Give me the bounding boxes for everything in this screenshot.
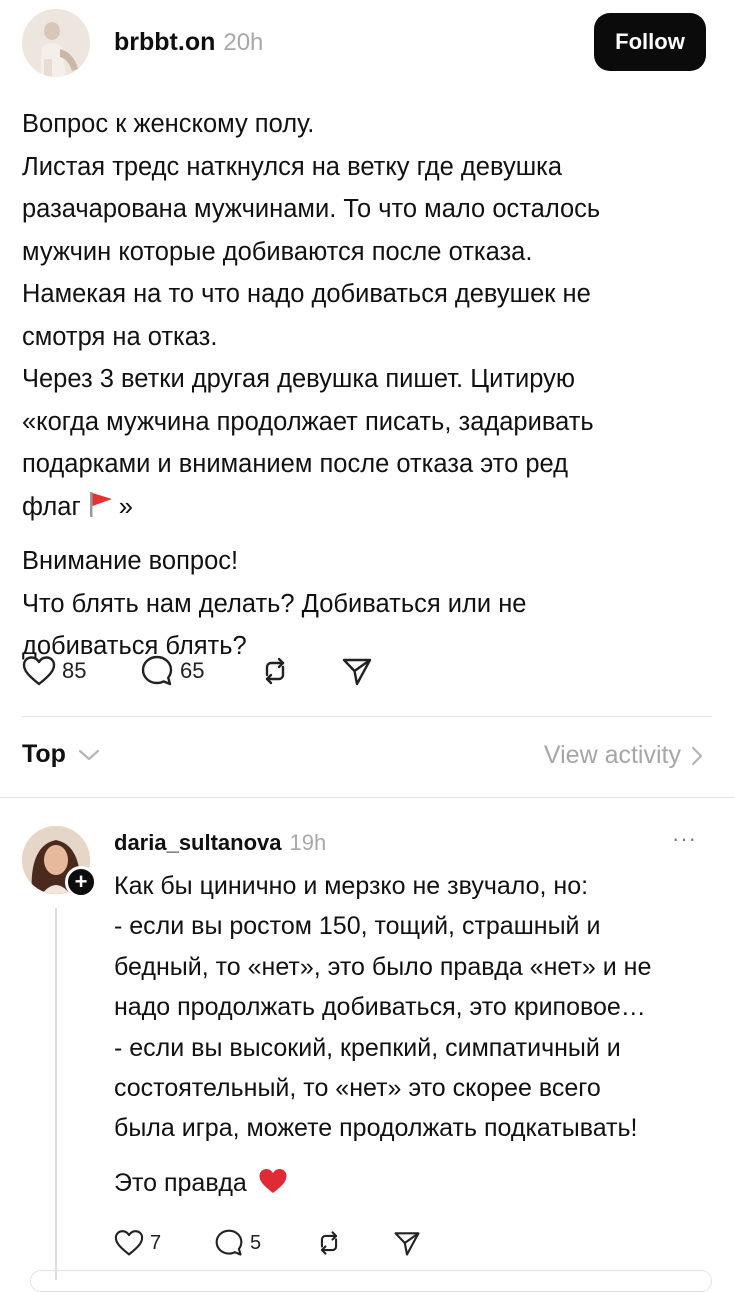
red-heart-emoji (258, 1167, 288, 1207)
next-item-edge (30, 1270, 712, 1292)
reply-like-count: 7 (150, 1231, 162, 1254)
author-username[interactable]: brbbt.on 20h (114, 28, 263, 57)
share-icon (392, 1228, 422, 1258)
comment-count: 65 (180, 658, 205, 683)
post-actions: 85 65 (22, 654, 374, 688)
chevron-right-icon (691, 746, 703, 766)
post-body: Вопрос к женскому полу. Листая тредс нат… (22, 103, 712, 668)
like-button[interactable]: 85 (22, 655, 140, 687)
heart-icon (22, 655, 56, 687)
repost-icon (258, 654, 292, 688)
chevron-down-icon (78, 748, 100, 762)
reply-timestamp: 19h (289, 830, 327, 855)
share-icon (340, 654, 374, 688)
comment-icon (140, 654, 174, 688)
repost-button[interactable] (258, 654, 340, 688)
view-activity-label: View activity (543, 741, 681, 769)
reply-like-button[interactable]: 7 (114, 1229, 214, 1257)
sort-dropdown[interactable]: Top (22, 740, 100, 769)
reply-share-button[interactable] (392, 1228, 422, 1258)
heart-icon (114, 1229, 144, 1257)
divider (22, 716, 712, 717)
reply-comment-button[interactable]: 5 (214, 1228, 314, 1258)
reply-username[interactable]: daria_sultanova (114, 830, 282, 855)
reply-comment-count: 5 (250, 1231, 262, 1254)
reply-body: Как бы цинично и мерзко не звучало, но: … (114, 866, 714, 1207)
reply-paragraph-1: Как бы цинично и мерзко не звучало, но: … (114, 872, 652, 1143)
post-paragraph-1: Вопрос к женскому полу. Листая тредс нат… (22, 103, 712, 532)
reply-header: daria_sultanova 19h (114, 830, 326, 856)
reply-repost-button[interactable] (314, 1228, 392, 1258)
post-timestamp: 20h (223, 29, 264, 56)
repost-icon (314, 1228, 344, 1258)
sort-label: Top (22, 740, 66, 768)
thread-line (55, 908, 57, 1280)
author-avatar[interactable] (22, 9, 90, 77)
follow-button[interactable]: Follow (594, 13, 706, 71)
red-flag-emoji (85, 489, 115, 533)
divider (0, 797, 735, 798)
follow-plus-button[interactable]: + (65, 866, 97, 898)
comment-icon (214, 1228, 244, 1258)
share-button[interactable] (340, 654, 374, 688)
view-activity-link[interactable]: View activity (544, 741, 703, 770)
like-count: 85 (62, 658, 87, 683)
reply-paragraph-2: Это правда (114, 1163, 714, 1207)
comment-button[interactable]: 65 (140, 654, 258, 688)
more-options-button[interactable]: ··· (672, 826, 697, 852)
author-username-text[interactable]: brbbt.on (114, 28, 215, 56)
reply-actions: 7 5 (114, 1228, 422, 1258)
post-paragraph-2: Внимание вопрос! Что блять нам делать? Д… (22, 547, 527, 660)
